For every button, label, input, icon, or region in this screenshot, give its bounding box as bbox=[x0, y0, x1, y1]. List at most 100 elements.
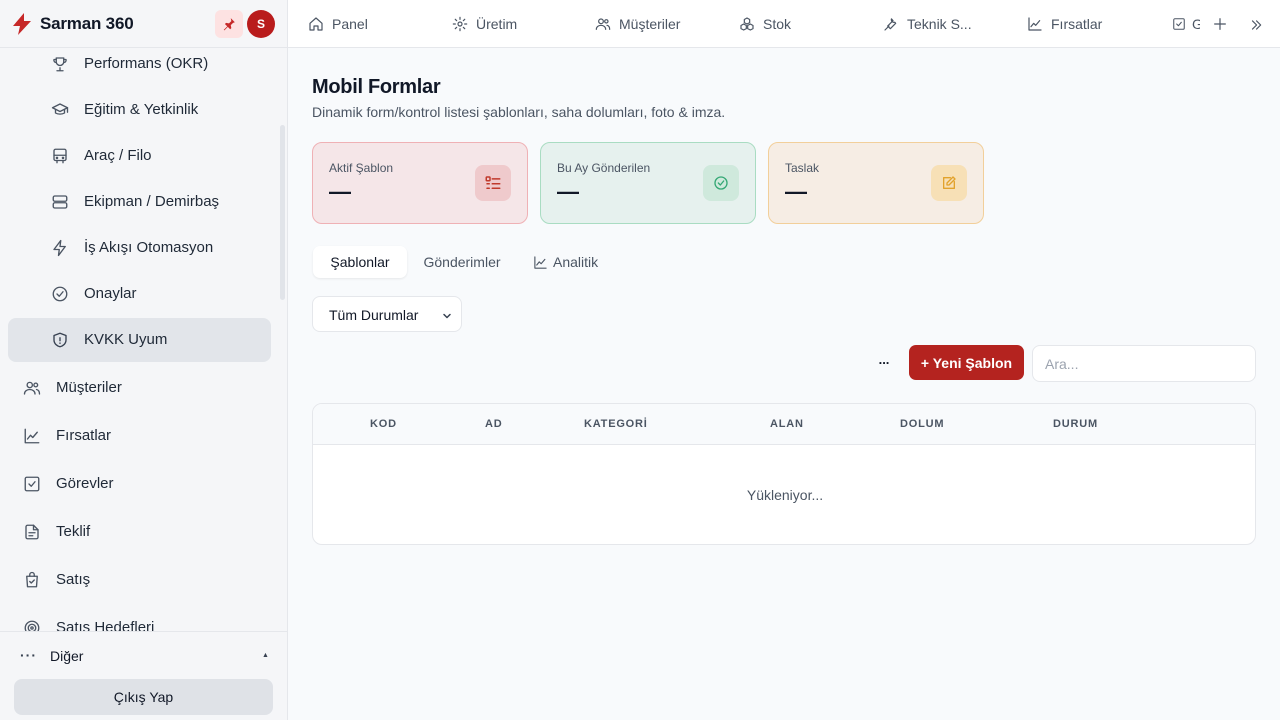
gear-icon bbox=[452, 16, 468, 32]
more-dots-icon: ··· bbox=[20, 647, 37, 663]
file-text-icon bbox=[23, 523, 41, 541]
tab-teknik-servis[interactable]: Teknik S... bbox=[883, 0, 972, 47]
tab-panel[interactable]: Panel bbox=[308, 0, 368, 47]
tab-musteriler[interactable]: Müşteriler bbox=[595, 0, 680, 47]
logout-button[interactable]: Çıkış Yap bbox=[14, 679, 273, 715]
sidebar-item-label: İş Akışı Otomasyon bbox=[84, 239, 214, 256]
tab-label: G bbox=[1192, 16, 1200, 32]
tab-gonderimler[interactable]: Gönderimler bbox=[413, 246, 511, 278]
list-checks-icon bbox=[475, 165, 511, 201]
stat-label: Aktif Şablon bbox=[329, 161, 394, 175]
sidebar-item-gorevler[interactable]: Görevler bbox=[8, 462, 271, 506]
stat-card-drafts: Taslak — bbox=[768, 142, 984, 224]
sidebar-item-label: Ekipman / Demirbaş bbox=[84, 193, 220, 210]
zap-icon bbox=[51, 239, 69, 257]
column-header-kategori[interactable]: KATEGORİ bbox=[584, 418, 648, 430]
status-filter-select[interactable]: Tüm Durumlar bbox=[312, 296, 462, 332]
sidebar-item-egitim[interactable]: Eğitim & Yetkinlik bbox=[8, 88, 271, 132]
sidebar-item-label: Teklif bbox=[56, 523, 91, 540]
users-icon bbox=[23, 379, 41, 397]
caret-up-icon: ▲ bbox=[262, 652, 269, 659]
tab-gorevler[interactable]: G bbox=[1172, 0, 1200, 47]
other-menu-label: Diğer bbox=[50, 648, 84, 664]
graduation-cap-icon bbox=[51, 101, 69, 119]
trophy-icon bbox=[51, 55, 69, 73]
page-title: Mobil Formlar bbox=[312, 76, 441, 98]
sidebar: Performans (OKR) Eğitim & Yetkinlik Araç… bbox=[0, 0, 288, 720]
tab-label: Üretim bbox=[476, 16, 518, 32]
column-header-durum[interactable]: DURUM bbox=[1053, 418, 1098, 430]
sidebar-item-label: Müşteriler bbox=[56, 379, 122, 396]
templates-table: KOD AD KATEGORİ ALAN DOLUM DURUM Yükleni… bbox=[312, 403, 1256, 545]
tab-sablonlar[interactable]: Şablonlar bbox=[313, 246, 407, 278]
status-filter-value: Tüm Durumlar bbox=[329, 307, 419, 323]
sidebar-item-performans[interactable]: Performans (OKR) bbox=[8, 42, 271, 86]
sidebar-header: Sarman 360 S bbox=[0, 0, 287, 48]
bolt-logo-icon bbox=[12, 13, 32, 35]
avatar[interactable]: S bbox=[247, 10, 275, 38]
tab-label: Panel bbox=[332, 16, 368, 32]
page-subtitle: Dinamik form/kontrol listesi şablonları,… bbox=[312, 104, 726, 120]
sidebar-item-label: KVKK Uyum bbox=[84, 331, 168, 348]
tab-stok[interactable]: Stok bbox=[739, 0, 792, 47]
add-tab-icon[interactable] bbox=[1212, 16, 1228, 32]
sidebar-item-onaylar[interactable]: Onaylar bbox=[8, 272, 271, 316]
check-circle-icon bbox=[703, 165, 739, 201]
stat-value: — bbox=[785, 179, 807, 204]
sidebar-item-label: Performans (OKR) bbox=[84, 55, 209, 72]
column-header-ad[interactable]: AD bbox=[485, 418, 503, 430]
sidebar-footer: ··· Diğer ▲ Çıkış Yap bbox=[0, 631, 287, 720]
tab-label: Gönderimler bbox=[423, 254, 501, 270]
sidebar-item-label: Araç / Filo bbox=[84, 147, 152, 164]
loading-text: Yükleniyor... bbox=[746, 487, 824, 503]
app-name: Sarman 360 bbox=[40, 14, 134, 33]
tab-label: Fırsatlar bbox=[1051, 16, 1103, 32]
stat-label: Bu Ay Gönderilen bbox=[557, 161, 651, 175]
wrench-icon bbox=[883, 16, 899, 32]
tab-uretim[interactable]: Üretim bbox=[452, 0, 518, 47]
sidebar-item-label: Eğitim & Yetkinlik bbox=[84, 101, 199, 118]
tab-label: Teknik S... bbox=[907, 16, 972, 32]
check-circle-icon bbox=[51, 285, 69, 303]
check-square-icon bbox=[23, 475, 41, 493]
sidebar-item-label: Görevler bbox=[56, 475, 114, 492]
sidebar-item-is-akisi[interactable]: İş Akışı Otomasyon bbox=[8, 226, 271, 270]
column-header-dolum[interactable]: DOLUM bbox=[900, 418, 944, 430]
check-square-icon bbox=[1172, 17, 1186, 31]
shopping-bag-icon bbox=[23, 571, 41, 589]
sidebar-item-kvkk[interactable]: KVKK Uyum bbox=[8, 318, 271, 362]
stat-value: — bbox=[557, 179, 579, 204]
pin-sidebar-button[interactable] bbox=[215, 10, 243, 38]
stat-value: — bbox=[329, 179, 351, 204]
shield-icon bbox=[51, 331, 69, 349]
column-header-kod[interactable]: KOD bbox=[370, 418, 397, 430]
search-input[interactable] bbox=[1032, 345, 1256, 382]
tab-analitik[interactable]: Analitik bbox=[533, 246, 613, 278]
edit-icon bbox=[931, 165, 967, 201]
stat-label: Taslak bbox=[785, 161, 820, 175]
sidebar-item-ekipman[interactable]: Ekipman / Demirbaş bbox=[8, 180, 271, 224]
sidebar-item-label: Onaylar bbox=[84, 285, 137, 302]
tab-label: Stok bbox=[763, 16, 792, 32]
boxes-icon bbox=[739, 16, 755, 32]
sidebar-item-firsatlar[interactable]: Fırsatlar bbox=[8, 414, 271, 458]
column-header-alan[interactable]: ALAN bbox=[770, 418, 804, 430]
sidebar-item-arac[interactable]: Araç / Filo bbox=[8, 134, 271, 178]
new-template-button[interactable]: + Yeni Şablon bbox=[909, 345, 1024, 380]
sidebar-item-satis[interactable]: Satış bbox=[8, 558, 271, 602]
users-icon bbox=[595, 16, 611, 32]
more-options-button[interactable]: ... bbox=[870, 352, 898, 374]
trending-up-icon bbox=[1027, 16, 1043, 32]
chart-line-icon bbox=[533, 255, 548, 270]
sidebar-item-musteriler[interactable]: Müşteriler bbox=[8, 366, 271, 410]
pin-icon bbox=[222, 17, 236, 31]
tab-firsatlar[interactable]: Fırsatlar bbox=[1027, 0, 1103, 47]
home-icon bbox=[308, 16, 324, 32]
table-header: KOD AD KATEGORİ ALAN DOLUM DURUM bbox=[313, 404, 1255, 445]
tab-label: Şablonlar bbox=[330, 254, 390, 270]
sidebar-scrollbar[interactable] bbox=[280, 125, 285, 300]
trending-up-icon bbox=[23, 427, 41, 445]
bus-icon bbox=[51, 147, 69, 165]
chevrons-right-icon[interactable] bbox=[1249, 18, 1263, 32]
sidebar-item-teklif[interactable]: Teklif bbox=[8, 510, 271, 554]
